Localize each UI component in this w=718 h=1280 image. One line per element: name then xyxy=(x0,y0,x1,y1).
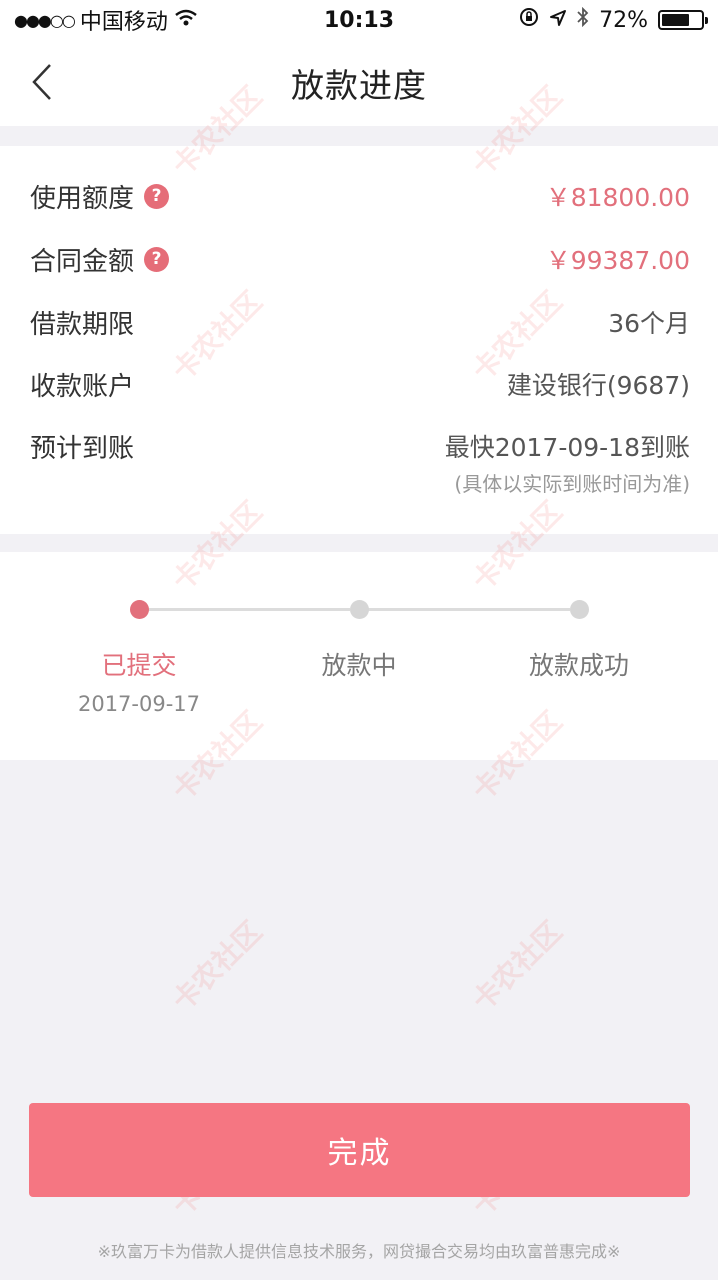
status-time: 10:13 xyxy=(323,7,395,33)
step-connector xyxy=(368,608,570,611)
step-dot-success xyxy=(570,600,589,619)
info-row-contract-amount: 合同金额 ? ￥99387.00 xyxy=(30,239,690,279)
step-label-processing: 放款中 xyxy=(321,651,397,680)
info-row-expected-arrival: 预计到账 最快2017-09-18到账 xyxy=(30,426,690,466)
watermark: 卡农社区 xyxy=(165,914,269,1018)
carrier-name: 中国移动 xyxy=(79,10,168,35)
info-row-used-amount: 使用额度 ? ￥81800.00 xyxy=(30,176,690,216)
status-bar: ●●●○○ 中国移动 10:13 72% xyxy=(0,0,718,40)
battery-icon xyxy=(658,10,708,30)
step-dot-submitted xyxy=(130,600,149,619)
info-row-loan-term: 借款期限 36个月 xyxy=(30,302,690,342)
help-icon[interactable]: ? xyxy=(144,246,170,272)
info-label: 使用额度 xyxy=(30,183,135,214)
info-value: 36个月 xyxy=(608,309,690,338)
battery-level xyxy=(662,14,690,26)
info-row-receiving-account: 收款账户 建设银行(9687) xyxy=(30,364,690,404)
progress-card: 已提交 放款中 放款成功 2017-09-17 xyxy=(0,552,718,760)
info-label: 收款账户 xyxy=(30,371,135,402)
footer-disclaimer: ※玖富万卡为借款人提供信息技术服务，网贷撮合交易均由玖富普惠完成※ xyxy=(97,1242,621,1261)
location-icon xyxy=(549,8,567,33)
done-button[interactable]: 完成 xyxy=(29,1103,690,1197)
info-value: 建设银行(9687) xyxy=(506,371,690,400)
step-date-submitted: 2017-09-17 xyxy=(77,692,201,716)
step-dot-processing xyxy=(350,600,369,619)
signal-strength-icon: ●●●○○ xyxy=(14,10,76,30)
step-label-success: 放款成功 xyxy=(528,651,629,680)
arrival-note: (具体以实际到账时间为准) xyxy=(454,472,690,496)
battery-percent: 72% xyxy=(599,7,648,33)
watermark: 卡农社区 xyxy=(465,914,569,1018)
step-label-submitted: 已提交 xyxy=(101,651,177,680)
bluetooth-icon xyxy=(577,6,589,33)
navigation-bar: 放款进度 xyxy=(0,40,718,126)
step-connector xyxy=(148,608,350,611)
info-value: ￥81800.00 xyxy=(545,183,690,212)
loan-info-card: 使用额度 ? ￥81800.00 合同金额 ? ￥99387.00 借款期限 3… xyxy=(0,146,718,534)
info-value: 最快2017-09-18到账 xyxy=(444,433,690,462)
info-value: ￥99387.00 xyxy=(545,246,690,275)
wifi-icon xyxy=(174,8,198,33)
info-label: 预计到账 xyxy=(30,433,135,464)
page-title: 放款进度 xyxy=(291,66,427,105)
chevron-left-icon xyxy=(32,64,51,100)
info-label: 合同金额 xyxy=(30,246,135,277)
info-label: 借款期限 xyxy=(30,309,135,340)
help-icon[interactable]: ? xyxy=(144,183,170,209)
rotation-lock-icon xyxy=(519,7,539,33)
back-button[interactable] xyxy=(20,60,64,104)
